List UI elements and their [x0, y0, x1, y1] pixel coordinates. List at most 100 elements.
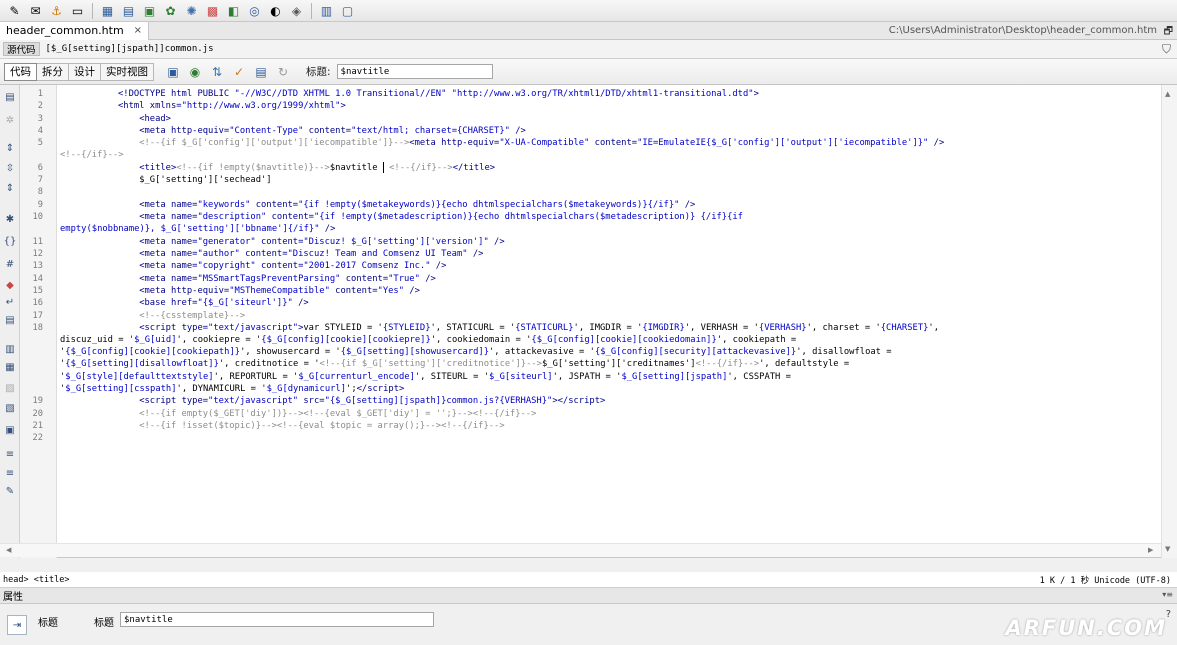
code-line: <!--{if $_G['config']['output']['iecompa…: [139, 138, 945, 148]
panel-menu-icon[interactable]: ▾≡: [1162, 590, 1173, 599]
move-css-icon[interactable]: ▣: [3, 423, 17, 437]
w3c-validation-icon[interactable]: ✓: [230, 63, 248, 81]
code-line: <html xmlns="http://www.w3.org/1999/xhtm…: [118, 101, 346, 111]
related-file-link[interactable]: [$_G[setting][jspath]]common.js: [46, 44, 214, 54]
document-tab-label: header_common.htm: [6, 24, 124, 37]
multiscreen-icon[interactable]: ▣: [164, 63, 182, 81]
line-number: [20, 358, 43, 370]
word-wrap-icon[interactable]: ↵: [3, 295, 17, 309]
div-icon[interactable]: ▤: [120, 2, 137, 19]
code-text-area[interactable]: <!DOCTYPE html PUBLIC "-//W3C//DTD XHTML…: [57, 85, 1161, 558]
line-number: 16: [32, 298, 43, 308]
code-line: <meta name="generator" content="Discuz! …: [139, 237, 505, 247]
line-number: 10: [32, 212, 43, 222]
table-icon[interactable]: ▦: [99, 2, 116, 19]
line-number: 12: [32, 249, 43, 259]
remove-comment-icon[interactable]: ▦: [3, 360, 17, 374]
split-view-button[interactable]: 拆分: [37, 62, 69, 81]
insert-toolbar: ✎ ✉ ⚓ ▭ ▦ ▤ ▣ ✿ ✺ ▩ ◧ ◎ ◐ ◈ ▥ ▢: [0, 0, 1177, 22]
properties-title-input[interactable]: $navtitle: [120, 612, 434, 627]
line-number: [20, 371, 43, 383]
script-dropdown-icon[interactable]: ◈: [288, 2, 305, 19]
restore-window-icon[interactable]: 🗗: [1164, 24, 1173, 41]
scroll-up-arrow-icon[interactable]: ▲: [1165, 90, 1170, 98]
source-code-button[interactable]: 源代码: [3, 42, 40, 56]
templates-icon[interactable]: ▥: [318, 2, 335, 19]
design-view-button[interactable]: 设计: [69, 62, 101, 81]
comment-icon[interactable]: ◎: [246, 2, 263, 19]
code-line: <meta name="keywords" content="{if !empt…: [139, 200, 696, 210]
collapse-selection-icon[interactable]: ⇳: [3, 161, 17, 175]
code-editor[interactable]: ▤ ✲ ⇕ ⇳ ⇕ ✱ {} # ◆ ↵ ▤ ▥ ▦ ▨ ▧ ▣ ≡ ≡ ✎ <…: [0, 85, 1177, 558]
file-management-icon[interactable]: ⇅: [208, 63, 226, 81]
recent-snippets-icon[interactable]: ▧: [3, 401, 17, 415]
filter-icon[interactable]: ⛉: [1162, 42, 1171, 57]
syntax-error-alerts-icon[interactable]: ▤: [3, 313, 17, 327]
title-tag-icon: ⇥: [7, 615, 27, 635]
scroll-down-arrow-icon[interactable]: ▼: [1165, 545, 1170, 553]
server-include-icon[interactable]: ◧: [225, 2, 242, 19]
code-line: empty($nobbname)}, $_G['setting']['bbnam…: [60, 224, 336, 234]
code-line: <!DOCTYPE html PUBLIC "-//W3C//DTD XHTML…: [118, 89, 759, 99]
check-browser-icon[interactable]: ▤: [252, 63, 270, 81]
horizontal-rule-icon[interactable]: ▭: [69, 2, 86, 19]
line-number: 11: [32, 237, 43, 247]
code-view-button[interactable]: 代码: [4, 62, 37, 81]
code-line: '{$_G[setting][disallowfloat]}', creditn…: [60, 359, 850, 369]
line-numbers-icon[interactable]: #: [3, 257, 17, 271]
widget-icon[interactable]: ✺: [183, 2, 200, 19]
document-tab[interactable]: header_common.htm ×: [0, 21, 150, 40]
image-dropdown-icon[interactable]: ▣: [141, 2, 158, 19]
show-code-navigator-icon[interactable]: ✲: [3, 113, 17, 127]
code-line: <meta name="copyright" content="2001-201…: [139, 261, 447, 271]
preview-browser-icon[interactable]: ◉: [186, 63, 204, 81]
line-number: 1: [37, 89, 43, 99]
properties-title: 属性: [3, 592, 23, 603]
status-bar: head> <title> 1 K / 1 秒 Unicode (UTF-8): [0, 572, 1177, 588]
line-number: 17: [32, 311, 43, 321]
highlight-invalid-code-icon[interactable]: ◆: [3, 278, 17, 292]
anchor-icon[interactable]: ⚓: [48, 2, 65, 19]
select-parent-tag-icon[interactable]: ✱: [3, 212, 17, 226]
apply-comment-icon[interactable]: ▥: [3, 342, 17, 356]
line-number: 22: [32, 433, 43, 443]
vertical-scrollbar[interactable]: ▲ ▼: [1161, 85, 1177, 558]
tag-chooser-icon[interactable]: ▢: [339, 2, 356, 19]
outdent-code-icon[interactable]: ≡: [3, 466, 17, 480]
head-dropdown-icon[interactable]: ◐: [267, 2, 284, 19]
balance-braces-icon[interactable]: {}: [3, 234, 17, 248]
horizontal-scrollbar[interactable]: ◀ ▶: [0, 543, 1161, 557]
close-icon[interactable]: ×: [134, 25, 142, 36]
pen-tool-icon[interactable]: ✎: [6, 2, 23, 19]
watermark-logo: ARFUN.COM: [1005, 616, 1167, 640]
collapse-full-tag-icon[interactable]: ⇕: [3, 141, 17, 155]
properties-panel-header[interactable]: 属性 ▾≡: [0, 588, 1177, 604]
code-line: <title><!--{if !empty($navtitle)}-->$nav…: [139, 162, 496, 173]
code-line: discuz_uid = '$_G[uid]', cookiepre = '{$…: [60, 335, 797, 345]
line-number: [20, 223, 43, 235]
code-line: <meta http-equiv="Content-Type" content=…: [139, 126, 526, 136]
expand-all-icon[interactable]: ⇕: [3, 181, 17, 195]
format-source-icon[interactable]: ✎: [3, 484, 17, 498]
code-line: <!--{if !isset($topic)}--><!--{eval $top…: [139, 421, 505, 431]
code-line: <meta name="author" content="Discuz! Tea…: [139, 249, 484, 259]
code-line: <!--{csstemplate}-->: [139, 311, 246, 321]
scroll-right-arrow-icon[interactable]: ▶: [1148, 546, 1153, 554]
line-number: 21: [32, 421, 43, 431]
open-documents-icon[interactable]: ▤: [3, 90, 17, 104]
code-line: <!--{/if}-->: [60, 150, 124, 160]
line-number: 19: [32, 396, 43, 406]
email-link-icon[interactable]: ✉: [27, 2, 44, 19]
date-icon[interactable]: ▩: [204, 2, 221, 19]
code-line: <meta name="description" content="{if !e…: [139, 212, 743, 222]
live-view-button[interactable]: 实时视图: [101, 62, 154, 81]
title-input[interactable]: $navtitle: [336, 64, 493, 79]
refresh-icon[interactable]: ↻: [274, 63, 292, 81]
scroll-left-arrow-icon[interactable]: ◀: [6, 546, 11, 554]
wrap-tag-icon[interactable]: ▨: [3, 381, 17, 395]
media-dropdown-icon[interactable]: ✿: [162, 2, 179, 19]
line-number: [20, 383, 43, 395]
tag-selector[interactable]: head> <title>: [3, 575, 70, 585]
code-line: <head>: [139, 114, 171, 124]
indent-code-icon[interactable]: ≡: [3, 447, 17, 461]
